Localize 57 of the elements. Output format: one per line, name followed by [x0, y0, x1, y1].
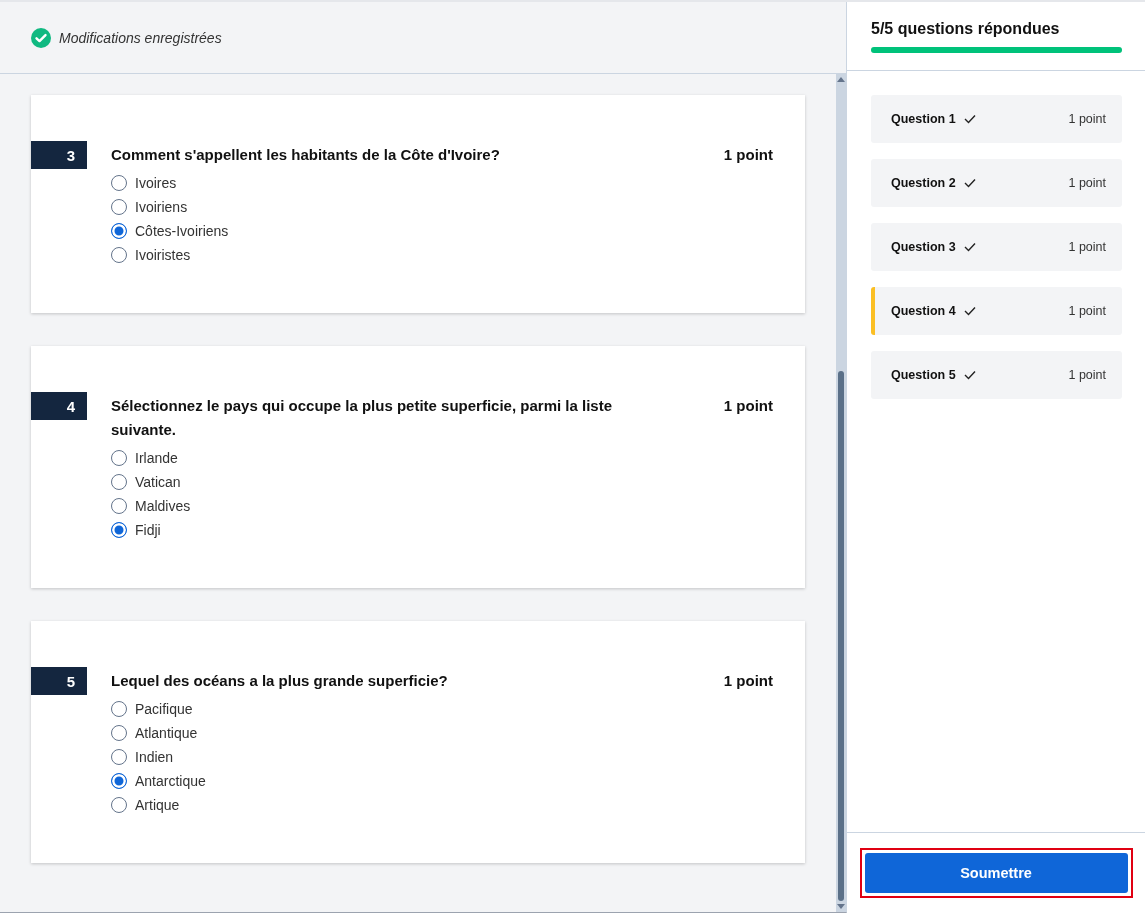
option-label[interactable]: Fidji [135, 522, 161, 538]
radio-button[interactable] [111, 749, 127, 765]
question-nav-points: 1 point [1068, 112, 1106, 126]
question-nav-points: 1 point [1068, 176, 1106, 190]
question-nav-label: Question 4 [891, 304, 956, 318]
question-nav-points: 1 point [1068, 240, 1106, 254]
radio-button[interactable] [111, 175, 127, 191]
question-points: 1 point [723, 671, 773, 691]
option-label[interactable]: Indien [135, 749, 174, 765]
question-points: 1 point [723, 396, 773, 416]
radio-button[interactable] [111, 797, 127, 813]
question-nav-item[interactable]: Question 4 1 point [871, 287, 1122, 335]
question-text: Lequel des océans a la plus grande superficie? [111, 671, 448, 691]
radio-button[interactable] [111, 773, 127, 789]
scrollbar[interactable] [836, 74, 846, 912]
scroll-down-icon[interactable] [837, 904, 845, 909]
question-nav-label: Question 2 [891, 176, 956, 190]
radio-button[interactable] [111, 725, 127, 741]
question-nav-points: 1 point [1068, 304, 1106, 318]
option-label[interactable]: Ivoiristes [135, 247, 191, 263]
radio-button[interactable] [111, 701, 127, 717]
question-nav-item[interactable]: Question 3 1 point [871, 223, 1122, 271]
option-label[interactable]: Vatican [135, 474, 181, 490]
radio-button[interactable] [111, 474, 127, 490]
question-number: 4 [31, 392, 87, 420]
option-label[interactable]: Ivoires [135, 175, 177, 191]
option-label[interactable]: Côtes-Ivoiriens [135, 223, 229, 239]
question-nav-item[interactable]: Question 1 1 point [871, 95, 1122, 143]
option-label[interactable]: Atlantique [135, 725, 198, 741]
progress-title: 5/5 questions répondues [871, 20, 1061, 38]
question-nav-points: 1 point [1068, 368, 1106, 382]
radio-button[interactable] [111, 522, 127, 538]
option-label[interactable]: Artique [135, 797, 180, 813]
radio-button[interactable] [111, 223, 127, 239]
question-number: 5 [31, 667, 87, 695]
question-nav-item[interactable]: Question 2 1 point [871, 159, 1122, 207]
option-label[interactable]: Antarctique [135, 773, 206, 789]
question-points: 1 point [723, 145, 773, 165]
radio-button[interactable] [111, 247, 127, 263]
submit-button[interactable]: Soumettre [864, 853, 1128, 893]
question-nav-label: Question 3 [891, 240, 956, 254]
option-label[interactable]: Maldives [135, 498, 191, 514]
question-text: Sélectionnez le pays qui occupe la plus petite superficie, parmi la liste suivante. [111, 396, 613, 440]
question-nav-label: Question 5 [891, 368, 956, 382]
question-nav-item[interactable]: Question 5 1 point [871, 351, 1122, 399]
option-label[interactable]: Irlande [135, 450, 178, 466]
question-number: 3 [31, 141, 87, 169]
option-label[interactable]: Pacifique [135, 701, 193, 717]
radio-button[interactable] [111, 450, 127, 466]
radio-button[interactable] [111, 199, 127, 215]
option-label[interactable]: Ivoiriens [135, 199, 188, 215]
question-text: Comment s'appellent les habitants de la Côte d'Ivoire? [111, 145, 500, 165]
scrollbar-thumb[interactable] [838, 370, 844, 901]
save-status-text: Modifications enregistrées [59, 29, 222, 46]
radio-button[interactable] [111, 498, 127, 514]
scroll-up-icon[interactable] [837, 77, 845, 82]
question-nav-label: Question 1 [891, 112, 956, 126]
